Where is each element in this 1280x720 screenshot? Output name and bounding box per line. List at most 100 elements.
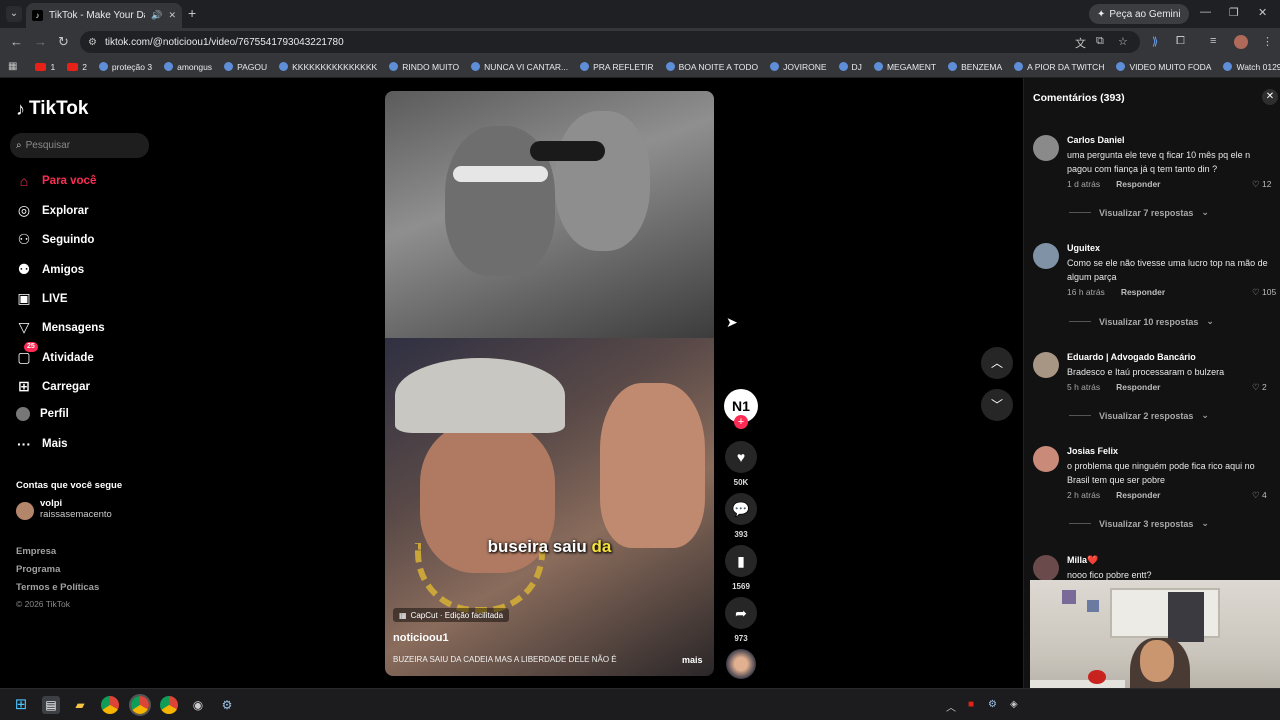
- avatar[interactable]: [1033, 243, 1059, 269]
- like-button[interactable]: ♥ 50K: [724, 441, 758, 487]
- calculator-icon[interactable]: ▤: [42, 696, 60, 714]
- view-replies-button[interactable]: Visualizar 3 respostas ⌄: [1069, 518, 1209, 529]
- minimize-icon[interactable]: —: [1200, 6, 1211, 18]
- comment-like-button[interactable]: ♡ 105: [1252, 287, 1276, 298]
- window-close-icon[interactable]: ✕: [1258, 6, 1267, 19]
- nav-mais[interactable]: ··· Mais: [16, 436, 68, 452]
- tab-close-icon[interactable]: ✕: [168, 10, 176, 21]
- reply-button[interactable]: Responder: [1116, 490, 1160, 500]
- follow-plus-icon[interactable]: +: [734, 415, 748, 429]
- close-icon[interactable]: ✕: [1262, 89, 1278, 105]
- extensions-puzzle-icon[interactable]: ⧠: [1176, 35, 1185, 48]
- back-icon[interactable]: ←: [10, 34, 23, 49]
- comment-user[interactable]: Eduardo | Advogado Bancário: [1067, 352, 1196, 362]
- footer-link-termos[interactable]: Termos e Políticas: [16, 582, 99, 593]
- next-video-chevron-down-icon[interactable]: ﹀: [981, 389, 1013, 421]
- comment-button[interactable]: 💬 393: [724, 493, 758, 539]
- install-icon[interactable]: ⧉: [1096, 35, 1104, 48]
- nav-seguindo[interactable]: ⚇ Seguindo: [16, 231, 95, 248]
- apps-grid-icon[interactable]: ▦: [8, 61, 17, 72]
- nav-atividade[interactable]: ▢ 25 Atividade: [16, 342, 94, 366]
- comment-like-button[interactable]: ♡ 12: [1252, 179, 1271, 190]
- obs-icon[interactable]: ◉: [189, 696, 207, 714]
- media-icon[interactable]: ≡: [1210, 35, 1216, 47]
- save-button[interactable]: ▮ 1569: [724, 545, 758, 591]
- bookmark-item[interactable]: VIDEO MUITO FODA: [1116, 62, 1211, 72]
- comment-user[interactable]: Carlos Daniel: [1067, 135, 1125, 145]
- previous-video-chevron-up-icon[interactable]: ︿: [981, 347, 1013, 379]
- nav-carregar[interactable]: ⊞ Carregar: [16, 378, 90, 395]
- gemini-button[interactable]: ✦ Peça ao Gemini: [1089, 4, 1189, 24]
- music-disc-icon[interactable]: [726, 649, 756, 679]
- extension-icon[interactable]: ⟫: [1152, 35, 1158, 48]
- tiktok-logo[interactable]: ♪ TikTok: [16, 98, 88, 120]
- bookmark-item[interactable]: DJ: [838, 62, 862, 72]
- reply-button[interactable]: Responder: [1116, 179, 1160, 189]
- bookmark-item[interactable]: 1: [35, 62, 55, 72]
- video-player[interactable]: buseira saiu da ▦ CapCut · Edição facili…: [385, 91, 714, 676]
- avatar[interactable]: [1033, 446, 1059, 472]
- nav-explorar[interactable]: ◎ Explorar: [16, 202, 89, 219]
- footer-link-empresa[interactable]: Empresa: [16, 546, 56, 557]
- nav-mensagens[interactable]: ▽ Mensagens: [16, 319, 105, 336]
- windows-start-icon[interactable]: ⊞: [12, 696, 30, 714]
- bookmark-item[interactable]: Watch 0129 | Strea...: [1223, 62, 1280, 72]
- bookmark-item[interactable]: MEGAMENT: [873, 62, 936, 72]
- nav-amigos[interactable]: ⚉ Amigos: [16, 261, 84, 278]
- reply-button[interactable]: Responder: [1116, 382, 1160, 392]
- following-account[interactable]: volpi raissasemacento: [16, 498, 112, 520]
- view-replies-button[interactable]: Visualizar 7 respostas ⌄: [1069, 207, 1209, 218]
- tray-chevron-up-icon[interactable]: ︿: [946, 699, 956, 714]
- view-replies-button[interactable]: Visualizar 10 respostas ⌄: [1069, 316, 1214, 327]
- chrome-icon[interactable]: [101, 696, 119, 714]
- comment-user[interactable]: Uguitex: [1067, 243, 1100, 253]
- bookmark-item[interactable]: BOA NOITE A TODO: [665, 62, 758, 72]
- comment-like-button[interactable]: ♡ 4: [1252, 490, 1267, 501]
- restore-icon[interactable]: ❐: [1229, 6, 1239, 19]
- comment-user[interactable]: Josias Felix: [1067, 446, 1118, 456]
- browser-tab[interactable]: ♪ TikTok - Make Your Day 🔊 ✕: [26, 3, 182, 28]
- reply-button[interactable]: Responder: [1121, 287, 1165, 297]
- avatar[interactable]: [1033, 352, 1059, 378]
- tray-discord-icon[interactable]: ◈: [1010, 699, 1018, 710]
- bookmark-item[interactable]: 2: [67, 62, 87, 72]
- reload-icon[interactable]: ↻: [58, 34, 69, 50]
- bookmark-item[interactable]: JOVIRONE: [770, 62, 827, 72]
- bookmark-item[interactable]: amongus: [164, 62, 212, 72]
- capcut-tag[interactable]: ▦ CapCut · Edição facilitada: [393, 608, 510, 622]
- video-author[interactable]: noticioou1: [393, 632, 449, 644]
- new-tab-icon[interactable]: +: [188, 5, 196, 21]
- forward-icon[interactable]: →: [34, 34, 47, 49]
- bookmark-item[interactable]: KKKKKKKKKKKKKKK: [279, 62, 377, 72]
- bookmark-item[interactable]: BENZEMA: [948, 62, 1002, 72]
- bookmark-item[interactable]: A PIOR DA TWITCH: [1014, 62, 1104, 72]
- tab-search-dropdown-icon[interactable]: ⌄: [6, 6, 22, 22]
- bookmark-item[interactable]: RINDO MUITO: [389, 62, 459, 72]
- search-input[interactable]: ⌕ Pesquisar: [10, 133, 149, 158]
- comment-like-button[interactable]: ♡ 2: [1252, 382, 1267, 393]
- bookmark-item[interactable]: PRA REFLETIR: [580, 62, 654, 72]
- site-info-icon[interactable]: ⚙: [88, 37, 97, 48]
- bookmark-star-icon[interactable]: ☆: [1118, 35, 1128, 48]
- file-explorer-icon[interactable]: ▰: [71, 696, 89, 714]
- nav-perfil[interactable]: Perfil: [16, 407, 69, 421]
- address-bar[interactable]: ⚙ tiktok.com/@noticioou1/video/767554179…: [80, 31, 1140, 53]
- tray-steam-icon[interactable]: ⚙: [988, 699, 997, 710]
- nav-para-voce[interactable]: ⌂ Para você: [16, 173, 97, 189]
- bookmark-item[interactable]: NUNCA VI CANTAR...: [471, 62, 568, 72]
- footer-link-programa[interactable]: Programa: [16, 564, 60, 575]
- chrome-active-icon[interactable]: [129, 694, 151, 716]
- comment-user[interactable]: Milla❤️: [1067, 555, 1098, 566]
- chrome-profile-icon[interactable]: [160, 696, 178, 714]
- more-link[interactable]: mais: [682, 655, 703, 665]
- bookmark-item[interactable]: PAGOU: [224, 62, 267, 72]
- bookmark-item[interactable]: proteção 3: [98, 62, 152, 72]
- menu-kebab-icon[interactable]: ⋮: [1262, 35, 1273, 48]
- nav-live[interactable]: ▣ LIVE: [16, 290, 67, 307]
- avatar[interactable]: [1033, 555, 1059, 581]
- speaker-icon[interactable]: 🔊: [151, 10, 162, 21]
- view-replies-button[interactable]: Visualizar 2 respostas ⌄: [1069, 410, 1209, 421]
- tray-app-icon[interactable]: ■: [968, 699, 974, 710]
- avatar[interactable]: [1033, 135, 1059, 161]
- profile-avatar-icon[interactable]: [1234, 35, 1248, 49]
